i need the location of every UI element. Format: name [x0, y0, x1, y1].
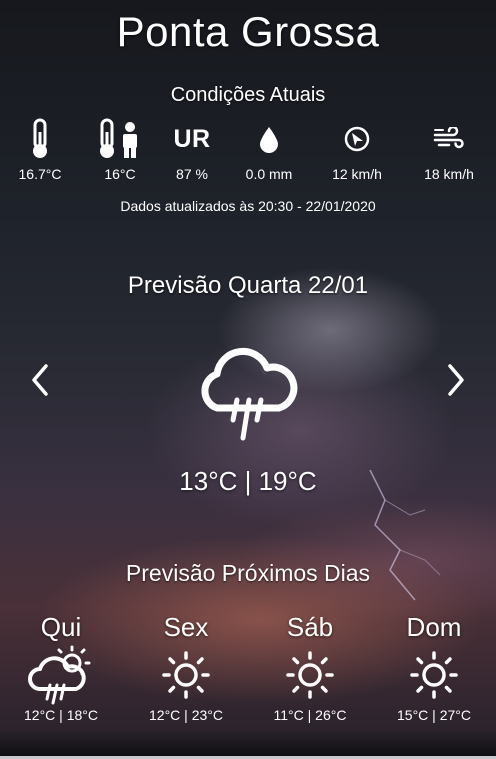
condition-humidity: UR 87 % — [152, 118, 232, 183]
next-day-button[interactable] — [436, 358, 476, 402]
rain-value: 0.0 mm — [245, 166, 293, 182]
wind-gust-icon — [433, 127, 464, 149]
day-temperature: 12°C | 23°C — [149, 707, 223, 723]
cloud-rain-moon-icon — [201, 347, 298, 441]
wind-direction-icon — [344, 126, 370, 152]
condition-wind-gust: 18 km/h — [409, 118, 489, 182]
condition-rain: 0.0 mm — [229, 118, 309, 182]
condition-feels-like: 16°C — [80, 118, 160, 182]
temperature-value: 16.7°C — [18, 166, 62, 182]
last-updated-text: Dados atualizados às 20:30 - 22/01/2020 — [120, 198, 376, 214]
day-name: Dom — [406, 612, 462, 642]
thermometer-icon — [33, 118, 47, 158]
cloud-rain-sun-icon — [28, 645, 91, 705]
condition-wind: 12 km/h — [317, 118, 397, 182]
sun-icon — [410, 651, 458, 699]
day-temperature: 15°C | 27°C — [397, 707, 471, 723]
forecast-title: Previsão Quarta 22/01 — [127, 272, 369, 299]
feels-like-value: 16°C — [104, 166, 136, 182]
city-title: Ponta Grossa — [116, 8, 380, 55]
wind-gust-value: 18 km/h — [424, 166, 474, 182]
chevron-right-icon — [448, 364, 464, 396]
current-conditions-title: Condições Atuais — [170, 84, 326, 106]
humidity-icon: UR — [173, 124, 211, 153]
chevron-left-icon — [32, 364, 48, 396]
day-card-qui[interactable]: Qui 12°C | 18°C — [6, 612, 116, 723]
current-conditions-row: 16.7°C 16°C UR 87 % 0.0 mm 12 km/h 18 km… — [0, 118, 496, 188]
day-temperature: 11°C | 26°C — [273, 707, 347, 723]
next-days-title: Previsão Próximos Dias — [125, 560, 371, 586]
day-card-dom[interactable]: Dom 15°C | 27°C — [379, 612, 489, 723]
wind-value: 12 km/h — [332, 166, 382, 182]
weather-app: Ponta Grossa Condições Atuais 16.7°C 16°… — [0, 0, 496, 759]
day-temperature: 12°C | 18°C — [24, 707, 98, 723]
condition-temperature: 16.7°C — [0, 118, 80, 182]
day-card-sab[interactable]: Sáb 11°C | 26°C — [255, 612, 365, 723]
sun-icon — [286, 651, 334, 699]
sun-icon — [162, 651, 210, 699]
previous-day-button[interactable] — [20, 358, 60, 402]
day-name: Sáb — [286, 612, 334, 642]
raindrop-icon — [260, 127, 278, 153]
forecast-temperature-range: 13°C | 19°C — [179, 466, 317, 496]
feels-like-icon — [100, 118, 137, 158]
humidity-value: 87 % — [176, 166, 208, 182]
day-card-sex[interactable]: Sex 12°C | 23°C — [131, 612, 241, 723]
day-name: Sex — [163, 612, 209, 642]
day-name: Qui — [40, 612, 82, 642]
